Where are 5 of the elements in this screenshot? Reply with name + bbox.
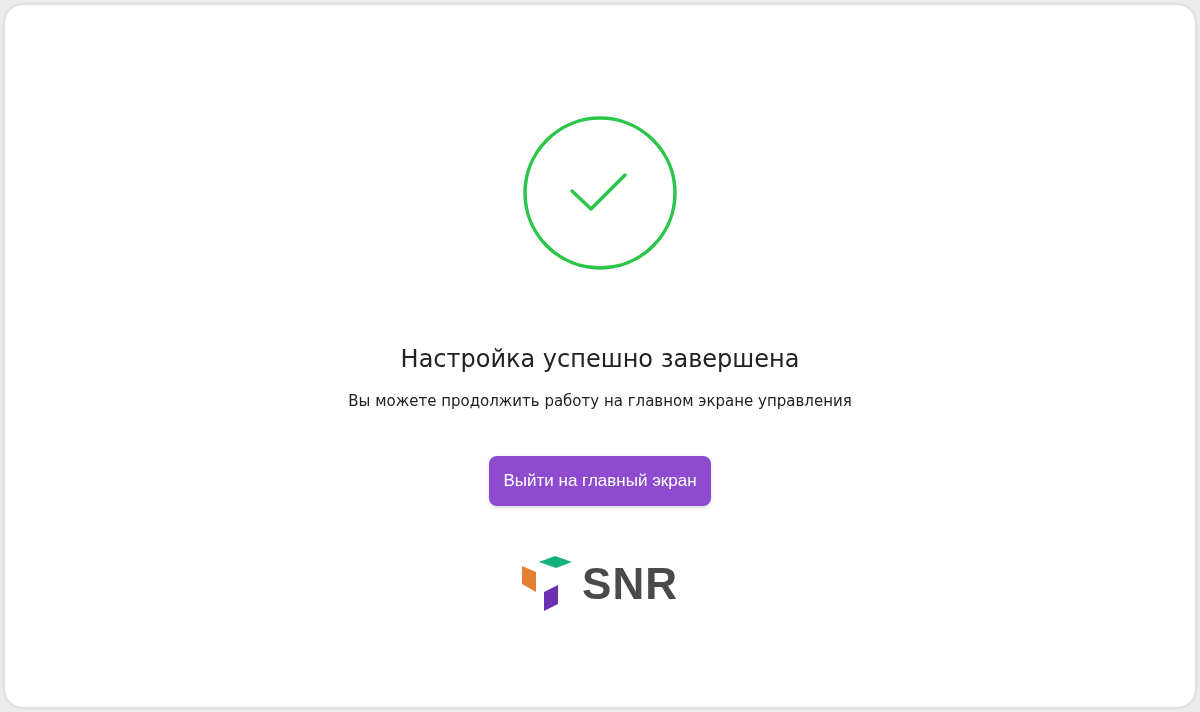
success-check-icon [522,115,678,271]
main-screen-button[interactable]: Выйти на главный экран [489,456,711,506]
success-title: Настройка успешно завершена [400,345,800,374]
success-message: Вы можете продолжить работу на главном экране управления [348,390,852,412]
logo-text: SNR [582,561,678,606]
